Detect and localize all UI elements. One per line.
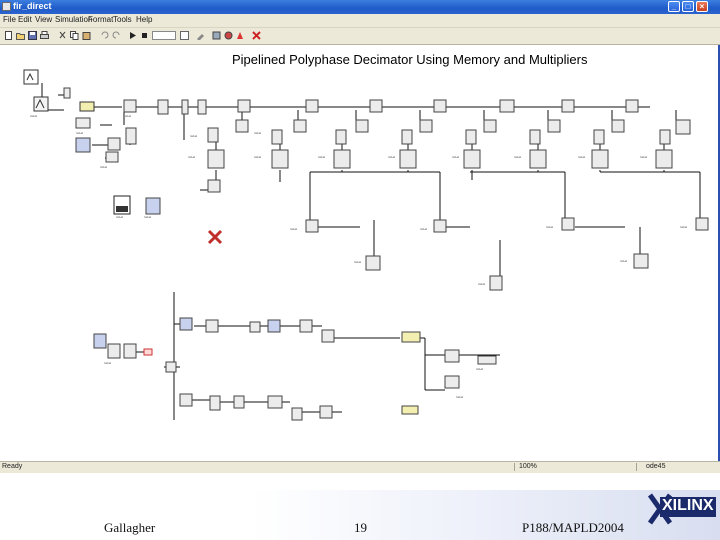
diagram-canvas[interactable]: label label label label label label labe…: [0, 45, 718, 461]
menu-help[interactable]: Help: [136, 15, 152, 24]
svg-text:label: label: [104, 361, 111, 365]
normal-mode-icon[interactable]: [180, 31, 189, 40]
open-icon[interactable]: [16, 31, 25, 40]
xilinx-logo: XILINX: [648, 487, 718, 527]
undo-icon[interactable]: [100, 31, 109, 40]
print-icon[interactable]: [40, 31, 49, 40]
svg-text:label: label: [420, 227, 427, 231]
status-bar: Ready 100% ode45: [0, 461, 720, 473]
menu-format[interactable]: Format: [88, 15, 113, 24]
footer-author: Gallagher: [104, 520, 156, 535]
svg-text:label: label: [354, 260, 361, 264]
save-icon[interactable]: [28, 31, 37, 40]
stop-icon[interactable]: [140, 31, 149, 40]
cut-icon[interactable]: [58, 31, 67, 40]
menu-view[interactable]: View: [35, 15, 52, 24]
menu-edit[interactable]: Edit: [18, 15, 32, 24]
svg-text:label: label: [620, 259, 627, 263]
svg-text:label: label: [116, 215, 123, 219]
status-zoom: 100%: [519, 463, 537, 470]
svg-text:label: label: [452, 155, 459, 159]
xilinx-tool-icon[interactable]: [252, 31, 261, 40]
svg-text:label: label: [476, 367, 483, 371]
status-separator: [636, 463, 637, 471]
svg-text:label: label: [290, 227, 297, 231]
minimize-button[interactable]: _: [668, 1, 680, 12]
diagram-title: Pipelined Polyphase Decimator Using Memo…: [232, 52, 588, 67]
library-icon[interactable]: [212, 31, 221, 40]
menu-simulation[interactable]: Simulation: [55, 15, 92, 24]
status-separator: [514, 463, 515, 471]
svg-text:label: label: [254, 155, 261, 159]
toolbar: [0, 28, 720, 45]
redo-icon[interactable]: [112, 31, 121, 40]
block-diagram: label label label label label label labe…: [23, 69, 709, 421]
menu-bar: File Edit View Simulation Format Tools H…: [0, 14, 720, 28]
svg-text:label: label: [100, 165, 107, 169]
svg-text:label: label: [640, 155, 647, 159]
copy-icon[interactable]: [70, 31, 79, 40]
svg-text:label: label: [546, 225, 553, 229]
maximize-button[interactable]: □: [682, 1, 694, 12]
svg-text:label: label: [254, 131, 261, 135]
xilinx-logo-text: XILINX: [662, 497, 714, 514]
new-icon[interactable]: [4, 31, 13, 40]
svg-text:label: label: [188, 155, 195, 159]
close-button[interactable]: ×: [696, 1, 708, 12]
menu-tools[interactable]: Tools: [113, 15, 132, 24]
build-icon[interactable]: [196, 31, 205, 40]
footer-reference: P188/MAPLD2004: [522, 520, 624, 535]
svg-text:label: label: [578, 155, 585, 159]
svg-text:label: label: [514, 155, 521, 159]
sim-time-field[interactable]: [152, 31, 176, 40]
window-title: fir_direct: [13, 1, 52, 11]
status-text: Ready: [2, 463, 23, 470]
svg-text:label: label: [680, 225, 687, 229]
svg-text:label: label: [144, 215, 151, 219]
menu-file[interactable]: File: [3, 15, 16, 24]
svg-text:label: label: [30, 114, 37, 118]
debug-icon[interactable]: [236, 31, 245, 40]
paste-icon[interactable]: [82, 31, 91, 40]
status-solver: ode45: [646, 463, 666, 470]
svg-text:label: label: [318, 155, 325, 159]
svg-text:label: label: [124, 114, 131, 118]
model-window: fir_direct _ □ × File Edit View Simulati…: [0, 0, 720, 473]
svg-text:label: label: [76, 131, 83, 135]
app-icon: [2, 2, 11, 11]
svg-text:label: label: [456, 395, 463, 399]
explorer-icon[interactable]: [224, 31, 233, 40]
footer-page-number: 19: [354, 520, 367, 535]
svg-text:label: label: [388, 155, 395, 159]
svg-text:label: label: [190, 134, 197, 138]
play-icon[interactable]: [128, 31, 137, 40]
title-bar[interactable]: fir_direct _ □ ×: [0, 0, 720, 14]
svg-text:label: label: [478, 282, 485, 286]
